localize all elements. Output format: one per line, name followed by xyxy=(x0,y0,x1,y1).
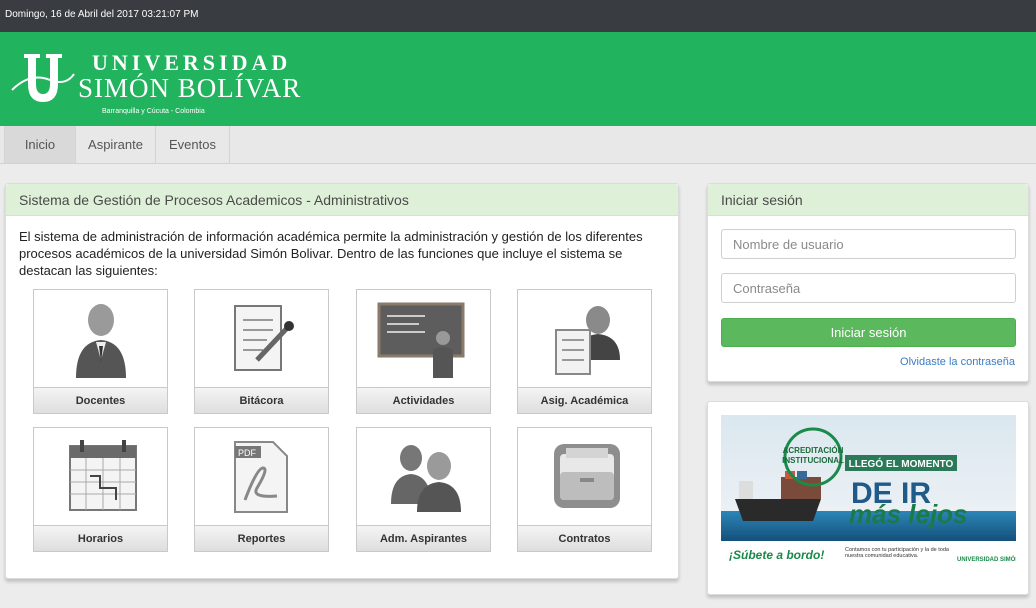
tile-adm-aspirantes[interactable]: Adm. Aspirantes xyxy=(356,427,491,552)
accreditation-ad-image: ACREDITACIÓN INSTITUCIONAL LLEGÓ EL MOME… xyxy=(721,415,1016,571)
top-bar: Domingo, 16 de Abril del 2017 03:21:07 P… xyxy=(0,0,1036,32)
tile-label: Bitácora xyxy=(195,387,328,413)
tile-label: Asig. Académica xyxy=(518,387,651,413)
ad-panel: ACREDITACIÓN INSTITUCIONAL LLEGÓ EL MOME… xyxy=(707,401,1029,595)
tile-label: Horarios xyxy=(34,525,167,551)
applicants-icon xyxy=(391,445,461,512)
tile-label: Reportes xyxy=(195,525,328,551)
assignment-checklist-icon xyxy=(555,306,620,375)
password-input[interactable] xyxy=(721,273,1016,303)
login-panel-header: Iniciar sesión xyxy=(708,184,1028,216)
teacher-icon xyxy=(76,304,126,378)
nav-item-aspirante[interactable]: Aspirante xyxy=(76,126,156,163)
tile-contratos[interactable]: Contratos xyxy=(517,427,652,552)
tile-label: Actividades xyxy=(357,387,490,413)
svg-text:PDF: PDF xyxy=(238,448,257,458)
university-u-logo-icon xyxy=(11,54,75,102)
ad-brand: UNIVERSIDAD SIMÓN BOLÍVAR xyxy=(957,555,1016,563)
presentation-board-icon xyxy=(377,302,465,378)
username-input[interactable] xyxy=(721,229,1016,259)
folder-icon xyxy=(554,444,620,508)
ad-badge-line2: INSTITUCIONAL xyxy=(782,456,844,465)
logo-text-name: SIMÓN BOLÍVAR xyxy=(78,73,302,103)
logo-subtitle: Barranquilla y Cúcuta - Colombia xyxy=(102,108,205,115)
main-panel-title: Sistema de Gestión de Procesos Academico… xyxy=(19,192,409,208)
login-button[interactable]: Iniciar sesión xyxy=(721,318,1016,347)
calendar-icon xyxy=(69,440,137,511)
ad-cta: ¡Súbete a bordo! xyxy=(729,548,824,562)
tile-docentes[interactable]: Docentes xyxy=(33,289,168,414)
pdf-report-icon: PDF xyxy=(234,441,288,513)
header-banner: UNIVERSIDAD SIMÓN BOLÍVAR Barranquilla y… xyxy=(0,32,1036,126)
tile-bitacora[interactable]: Bitácora xyxy=(194,289,329,414)
ad-slogan-2: más lejos xyxy=(849,499,968,529)
nav-item-inicio[interactable]: Inicio xyxy=(4,126,76,163)
tile-label: Contratos xyxy=(518,525,651,551)
tile-horarios[interactable]: Horarios xyxy=(33,427,168,552)
login-panel: Iniciar sesión Iniciar sesión Olvidaste … xyxy=(707,183,1029,382)
main-panel-header: Sistema de Gestión de Procesos Academico… xyxy=(6,184,678,216)
main-panel: Sistema de Gestión de Procesos Academico… xyxy=(5,183,679,579)
forgot-password-link[interactable]: Olvidaste la contraseña xyxy=(900,356,1015,368)
intro-text: El sistema de administración de informac… xyxy=(19,229,643,278)
tile-label: Adm. Aspirantes xyxy=(357,525,490,551)
nav-item-eventos[interactable]: Eventos xyxy=(156,126,230,163)
accreditation-banner[interactable]: ACREDITACIÓN INSTITUCIONAL LLEGÓ EL MOME… xyxy=(721,415,1016,571)
tile-asig-academica[interactable]: Asig. Académica xyxy=(517,289,652,414)
log-document-icon xyxy=(234,305,294,371)
tile-reportes[interactable]: PDF Reportes xyxy=(194,427,329,552)
university-logo[interactable]: UNIVERSIDAD SIMÓN BOLÍVAR Barranquilla y… xyxy=(4,46,304,116)
tile-label: Docentes xyxy=(34,387,167,413)
ad-headline: LLEGÓ EL MOMENTO xyxy=(849,457,954,470)
tile-actividades[interactable]: Actividades xyxy=(356,289,491,414)
main-navigation: Inicio Aspirante Eventos xyxy=(0,126,1036,164)
current-datetime: Domingo, 16 de Abril del 2017 03:21:07 P… xyxy=(5,9,199,20)
ad-note: Contamos con tu participación y la de to… xyxy=(845,547,949,559)
ad-badge-line1: ACREDITACIÓN xyxy=(783,446,844,455)
login-panel-title: Iniciar sesión xyxy=(721,192,803,208)
